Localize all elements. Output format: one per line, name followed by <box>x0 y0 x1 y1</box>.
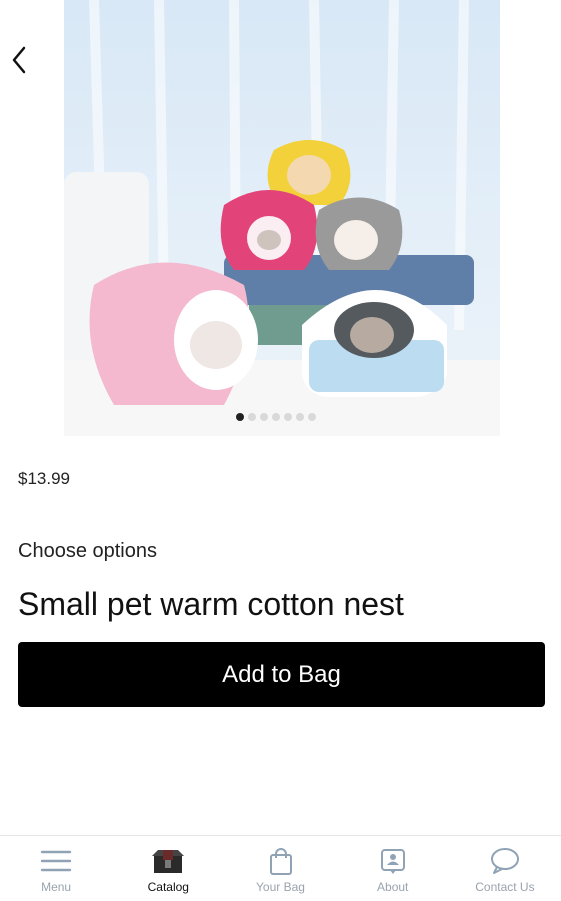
tab-catalog[interactable]: Catalog <box>112 836 224 901</box>
menu-icon <box>39 846 73 876</box>
about-icon <box>376 846 410 876</box>
product-image[interactable] <box>64 0 500 436</box>
bottom-tab-bar: Menu Catalog Your Bag About Contact Us <box>0 835 561 901</box>
product-price: $13.99 <box>18 469 70 488</box>
catalog-icon <box>151 846 185 876</box>
tab-your-bag[interactable]: Your Bag <box>224 836 336 901</box>
carousel-dot[interactable] <box>236 413 244 421</box>
chevron-left-icon <box>12 46 26 74</box>
choose-options-label: Choose options <box>18 540 157 562</box>
tab-about-label: About <box>377 880 409 894</box>
tab-menu[interactable]: Menu <box>0 836 112 901</box>
tab-menu-label: Menu <box>41 880 72 894</box>
carousel-dot[interactable] <box>296 413 304 421</box>
tab-contact-us[interactable]: Contact Us <box>449 836 561 901</box>
tab-catalog-label: Catalog <box>147 880 189 894</box>
carousel-indicator[interactable] <box>236 413 316 421</box>
chat-icon <box>488 846 522 876</box>
carousel-dot[interactable] <box>284 413 292 421</box>
carousel-dot[interactable] <box>248 413 256 421</box>
bag-icon <box>264 846 298 876</box>
carousel-dot[interactable] <box>272 413 280 421</box>
product-title: Small pet warm cotton nest <box>18 586 404 622</box>
tab-your-bag-label: Your Bag <box>256 880 305 894</box>
tab-about[interactable]: About <box>337 836 449 901</box>
carousel-dot[interactable] <box>308 413 316 421</box>
add-to-bag-button[interactable]: Add to Bag <box>18 642 545 707</box>
carousel-dot[interactable] <box>260 413 268 421</box>
tab-contact-us-label: Contact Us <box>475 880 535 894</box>
back-button[interactable] <box>6 42 34 78</box>
